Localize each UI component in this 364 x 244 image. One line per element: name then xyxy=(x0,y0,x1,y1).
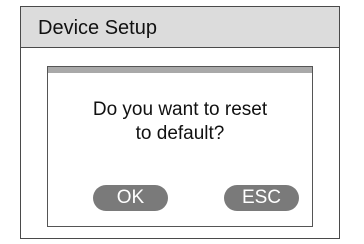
ok-button[interactable]: OK xyxy=(93,185,168,211)
dialog-message-line1: Do you want to reset xyxy=(92,99,268,120)
device-screen: Device Setup Do you want to reset to def… xyxy=(20,6,340,239)
title-bar: Device Setup xyxy=(21,7,339,48)
dialog-message-line2: to default? xyxy=(135,123,225,144)
dialog-header-band xyxy=(48,67,312,73)
dialog-message: Do you want to reset to default? xyxy=(48,98,312,146)
page-title: Device Setup xyxy=(38,17,157,39)
esc-button[interactable]: ESC xyxy=(224,185,299,211)
reset-confirm-dialog: Do you want to reset to default? OK ESC xyxy=(47,66,313,227)
